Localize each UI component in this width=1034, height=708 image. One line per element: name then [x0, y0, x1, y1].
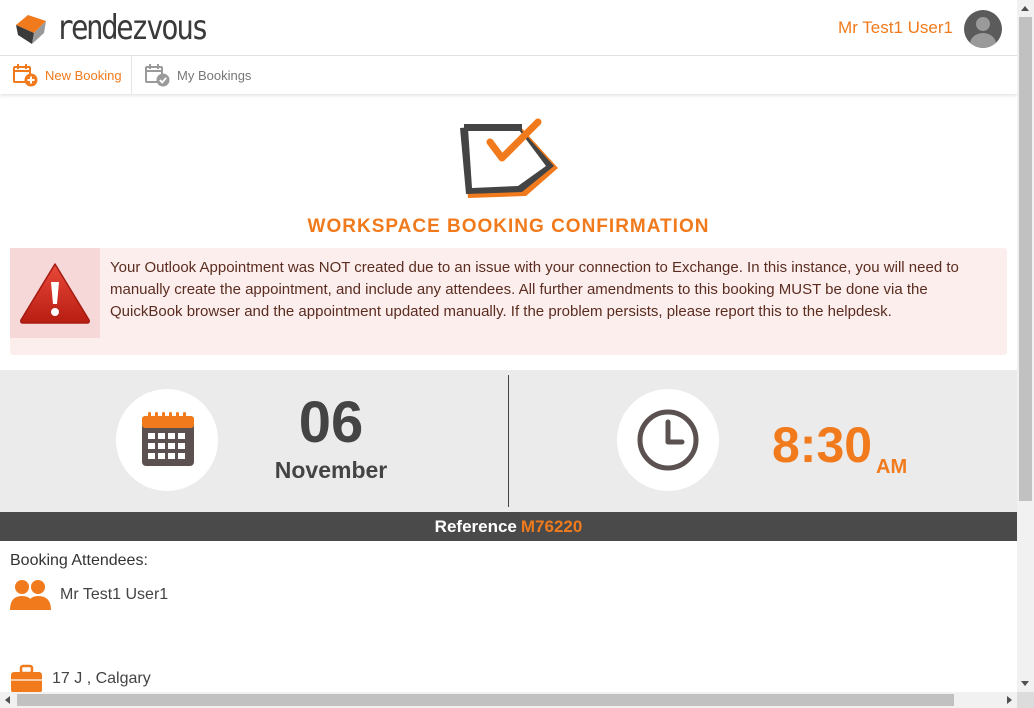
horizontal-scroll-thumb[interactable] [17, 694, 954, 706]
booking-datetime-band: 06 November 8:30 AM [0, 370, 1017, 512]
exchange-warning-alert: Your Outlook Appointment was NOT created… [10, 248, 1007, 355]
briefcase-icon [11, 664, 42, 692]
scroll-right-icon[interactable] [1007, 696, 1012, 704]
page-title: WORKSPACE BOOKING CONFIRMATION [307, 216, 710, 237]
calendar-circle [116, 389, 218, 491]
location-row: 17 J , Calgary [10, 662, 151, 692]
scroll-left-icon[interactable] [5, 696, 10, 704]
my-bookings-tab[interactable]: My Bookings [145, 56, 251, 94]
top-bar: rendezvous Mr Test1 User1 [0, 0, 1017, 56]
page: rendezvous Mr Test1 User1 New Booking My… [0, 0, 1017, 692]
band-divider [508, 375, 509, 507]
alert-icon-box [10, 248, 100, 338]
attendee-name: Mr Test1 User1 [60, 586, 169, 603]
calendar-check-small-icon [145, 64, 170, 87]
calendar-icon [142, 412, 194, 466]
booking-ampm: AM [876, 456, 908, 478]
scroll-down-icon[interactable] [1021, 681, 1029, 686]
alert-message: Your Outlook Appointment was NOT created… [110, 259, 959, 320]
people-icon [10, 580, 51, 610]
scrollbar-corner [1017, 692, 1034, 708]
vertical-scrollbar[interactable] [1017, 0, 1034, 692]
reference-label: Reference [434, 517, 517, 536]
vertical-scroll-thumb[interactable] [1019, 17, 1032, 501]
booking-month: November [274, 457, 388, 483]
attendee-row: Mr Test1 User1 [10, 578, 168, 612]
attendees-heading: Booking Attendees: [10, 552, 148, 569]
new-booking-label: New Booking [45, 67, 122, 83]
scroll-up-icon[interactable] [1021, 6, 1029, 11]
user-avatar-icon[interactable] [964, 10, 1002, 48]
booking-location: 17 J , Calgary [52, 670, 151, 687]
logo-text: rendezvous [56, 8, 209, 48]
user-name[interactable]: Mr Test1 User1 [838, 18, 953, 38]
nav-bar: New Booking My Bookings [0, 56, 1017, 94]
booking-time: 8:30 [772, 417, 873, 473]
horizontal-scrollbar[interactable] [0, 692, 1017, 708]
clock-circle [617, 389, 719, 491]
nav-divider [131, 56, 132, 94]
logo-cube-icon [16, 15, 46, 44]
app-logo[interactable]: rendezvous [14, 10, 231, 46]
new-booking-tab[interactable]: New Booking [13, 56, 122, 94]
my-bookings-label: My Bookings [177, 67, 252, 83]
calendar-check-icon [460, 118, 558, 198]
warning-icon [20, 263, 90, 324]
reference-code: M76220 [520, 517, 583, 536]
clock-icon [637, 409, 699, 471]
reference-bar: Reference M76220 [0, 512, 1017, 541]
booking-day: 06 [298, 390, 364, 455]
calendar-add-icon [13, 64, 38, 87]
